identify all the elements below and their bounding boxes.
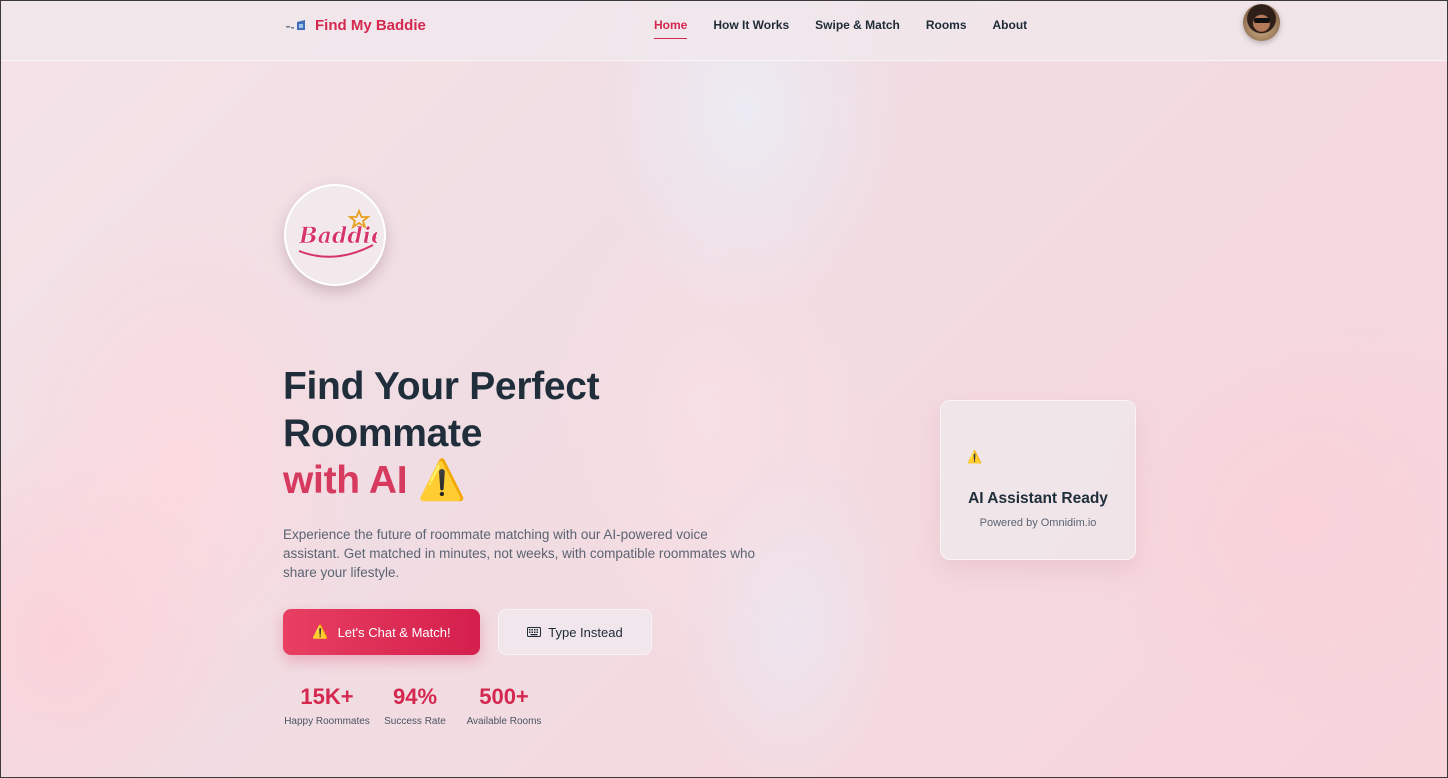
type-instead-label: Type Instead <box>548 624 623 640</box>
hero-description: Experience the future of roommate matchi… <box>283 527 755 580</box>
nav-links: Home How It Works Swipe & Match Rooms Ab… <box>654 18 1027 39</box>
stat-happy-roommates: 15K+ Happy Roommates <box>283 684 371 727</box>
warning-icon: ⚠️ <box>967 450 982 464</box>
user-avatar[interactable] <box>1243 4 1280 41</box>
brand-logo-icon <box>286 20 305 30</box>
stat-label: Available Rooms <box>466 716 542 727</box>
nav-link-how-it-works[interactable]: How It Works <box>713 18 789 39</box>
stat-success-rate: 94% Success Rate <box>371 684 459 727</box>
hero-title-line2: Roommate <box>283 412 483 455</box>
stat-value: 15K+ <box>300 684 354 709</box>
top-navbar: Find My Baddie Home How It Works Swipe &… <box>1 1 1447 61</box>
type-instead-button[interactable]: Type Instead <box>498 609 652 655</box>
stat-label: Success Rate <box>384 716 446 727</box>
baddie-logo-text: Baddie <box>298 223 377 249</box>
stat-value: 94% <box>392 684 438 709</box>
ai-assistant-subtitle: Powered by Omnidim.io <box>979 517 1097 529</box>
chat-match-button[interactable]: ⚠️ Let's Chat & Match! <box>283 609 480 655</box>
stat-available-rooms: 500+ Available Rooms <box>459 684 549 727</box>
hero-title-line1: Find Your Perfect <box>283 365 600 408</box>
ai-assistant-title: AI Assistant Ready <box>968 490 1108 507</box>
nav-link-rooms[interactable]: Rooms <box>926 18 967 39</box>
stats-row: 15K+ Happy Roommates 94% Success Rate 50… <box>283 684 549 727</box>
nav-link-home[interactable]: Home <box>654 18 688 39</box>
baddie-logo-graphic: Baddie <box>298 208 377 258</box>
hero-title-accent: with AI ⚠️ <box>283 459 467 502</box>
ai-assistant-card[interactable]: ⚠️ AI Assistant Ready Powered by Omnidim… <box>940 400 1136 560</box>
stat-label: Happy Roommates <box>284 716 370 727</box>
stat-value: 500+ <box>479 684 529 709</box>
nav-link-about[interactable]: About <box>993 18 1028 39</box>
baddie-logo: Baddie <box>284 184 386 286</box>
hero-title: Find Your Perfect Roommate with AI ⚠️ <box>283 363 843 504</box>
chat-match-button-label: Let's Chat & Match! <box>337 624 451 640</box>
brand-name: Find My Baddie <box>315 16 426 34</box>
warning-icon: ⚠️ <box>312 624 329 639</box>
brand[interactable]: Find My Baddie <box>285 16 426 34</box>
keyboard-icon <box>527 627 542 637</box>
nav-link-swipe-match[interactable]: Swipe & Match <box>815 18 900 39</box>
